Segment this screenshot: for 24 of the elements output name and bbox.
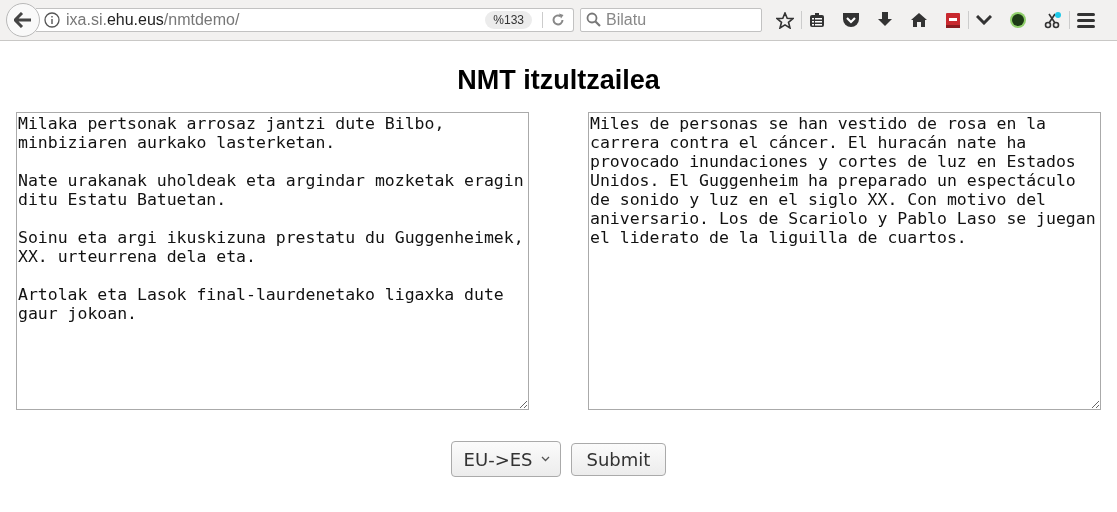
scissors-icon[interactable] [1044, 11, 1062, 29]
submit-button[interactable]: Submit [570, 443, 667, 476]
url-text: ixa.si.ehu.eus/nmtdemo/ [66, 11, 240, 29]
caret-icon [540, 456, 550, 462]
page-title: NMT itzultzailea [457, 65, 660, 96]
book-icon[interactable] [945, 11, 961, 29]
language-pair-dropdown[interactable]: EU->ES [450, 441, 561, 477]
pocket-icon[interactable] [842, 12, 860, 28]
star-icon[interactable] [776, 11, 794, 29]
menu-icon[interactable] [1077, 12, 1095, 28]
reading-list-icon[interactable] [809, 12, 825, 28]
home-icon[interactable] [910, 12, 928, 28]
download-icon[interactable] [877, 12, 893, 28]
reload-icon[interactable] [551, 13, 565, 27]
back-button[interactable] [6, 3, 40, 37]
search-field[interactable]: Bilatu [580, 8, 762, 32]
chevron-down-icon[interactable] [976, 15, 992, 25]
address-bar[interactable]: ixa.si.ehu.eus/nmtdemo/ %133 [36, 8, 574, 32]
back-arrow-icon [14, 12, 32, 28]
zoom-badge[interactable]: %133 [485, 11, 532, 29]
translation-text-area[interactable]: Miles de personas se han vestido de rosa en la carrera contra el cáncer. El huracán nate ha provocado inundaciones y cortes de luz en Estados Unidos. El Guggenheim ha preparado un espectáculo de sonido y luz en el siglo XX. Con motivo del aniversario. Los de Scariolo y Pablo Laso se juegan el liderato de la liguilla de cuartos. [588, 112, 1101, 410]
circle-icon[interactable] [1009, 11, 1027, 29]
source-text-area[interactable]: Milaka pertsonak arrosaz jantzi dute Bilbo, minbiziaren aurkako lasterketan. Nate urakanak uholdeak eta argindar mozketak eragin ditu Estatu Batuetan. Soinu eta argi ikuskizuna prestatu du Guggenheimek, XX. urteurrena dela eta. Artolak eta Lasok final-laurdenetako ligaxka dute gaur jokoan. [16, 112, 529, 410]
info-icon[interactable] [44, 12, 60, 28]
